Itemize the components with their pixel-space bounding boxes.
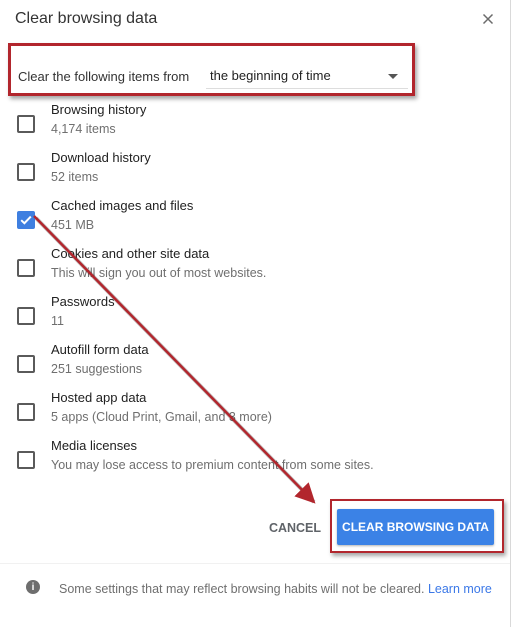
checkbox-icon[interactable] [17,259,35,277]
item-label: Download history [51,150,151,165]
checkbox-icon[interactable] [17,451,35,469]
item-sub: 11 [51,314,64,328]
list-item[interactable]: Download history 52 items [0,150,480,194]
item-sub: 451 MB [51,218,95,232]
item-label: Autofill form data [51,342,149,357]
list-item[interactable]: Media licenses You may lose access to pre… [0,438,480,482]
item-sub: You may lose access to premium content f… [51,458,374,472]
item-label: Browsing history [51,102,147,117]
info-icon: i [26,580,40,594]
checkbox-icon[interactable] [17,211,35,229]
item-label: Cached images and files [51,198,194,213]
time-range-value: the beginning of time [210,68,331,83]
list-item[interactable]: Cookies and other site data This will sig… [0,246,480,290]
dialog-title: Clear browsing data [15,10,158,27]
checkbox-icon[interactable] [17,403,35,421]
item-sub: 52 items [51,170,99,184]
checkbox-icon[interactable] [17,115,35,133]
clear-browsing-data-button[interactable]: CLEAR BROWSING DATA [337,509,494,545]
chevron-down-icon [388,74,398,79]
item-label: Hosted app data [51,390,147,405]
item-sub: 4,174 items [51,122,116,136]
time-range-label: Clear the following items from [18,69,190,84]
item-sub: This will sign you out of most websites. [51,266,267,280]
list-item[interactable]: Browsing history 4,174 items [0,102,480,146]
item-sub: 251 suggestions [51,362,143,376]
list-item[interactable]: Cached images and files 451 MB [0,198,480,242]
item-label: Media licenses [51,438,137,453]
list-item[interactable]: Autofill form data 251 suggestions [0,342,480,386]
checkbox-icon[interactable] [17,163,35,181]
clear-browsing-dialog: Clear browsing data Clear the following … [0,0,511,627]
item-sub: 5 apps (Cloud Print, Gmail, and 3 more) [51,410,272,424]
list-item[interactable]: Hosted app data 5 apps (Cloud Print, Gmai… [0,390,480,434]
time-range-row: Clear the following items from the begin… [8,43,415,96]
checkbox-icon[interactable] [17,307,35,325]
footer-note: Some settings that may reflect browsing … [59,580,499,599]
list-item[interactable]: Passwords 11 [0,294,480,338]
close-icon[interactable] [478,8,498,30]
cancel-button[interactable]: CANCEL [265,514,325,542]
footer-text: Some settings that may reflect browsing … [59,582,425,596]
time-range-select[interactable]: the beginning of time [206,64,408,89]
checkbox-icon[interactable] [17,355,35,373]
item-label: Passwords [51,294,115,309]
item-label: Cookies and other site data [51,246,210,261]
learn-more-link[interactable]: Learn more [428,582,492,596]
footer-divider [0,563,510,564]
